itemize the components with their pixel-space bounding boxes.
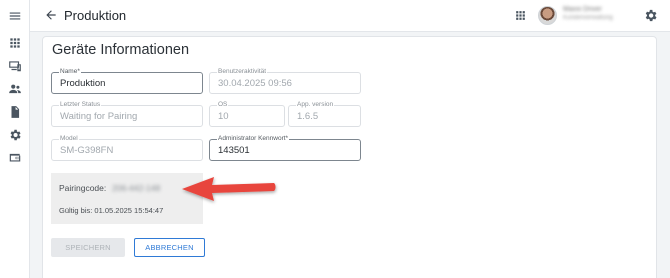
apps-grid-icon[interactable] <box>514 9 527 22</box>
document-icon[interactable] <box>8 105 22 119</box>
page-title: Produktion <box>64 8 127 23</box>
user-name: Maxxi Driver <box>563 6 602 13</box>
avatar[interactable] <box>538 6 557 25</box>
gear-icon[interactable] <box>643 8 658 23</box>
admin-password-value: 143501 <box>218 145 250 156</box>
pairing-code-label: Pairingcode: <box>59 183 107 193</box>
name-field-value: Produktion <box>60 78 106 89</box>
last-status-label: Letzter Status <box>59 101 102 109</box>
users-icon[interactable] <box>8 82 22 96</box>
user-activity-value: 30.04.2025 09:56 <box>218 78 292 89</box>
name-field[interactable]: Name* Produktion <box>51 68 203 94</box>
devices-icon[interactable] <box>8 59 22 73</box>
cancel-button[interactable]: ABBRECHEN <box>134 238 205 257</box>
user-organization: Kundenverwaltung <box>563 15 613 21</box>
name-field-label: Name* <box>59 68 81 76</box>
os-label: OS <box>217 101 229 109</box>
model-label: Model <box>59 135 79 143</box>
model-value: SM-G398FN <box>60 145 114 156</box>
back-arrow-icon[interactable] <box>44 8 58 22</box>
settings-icon[interactable] <box>8 128 22 142</box>
app-version-field: App. version 1.6.5 <box>288 101 361 127</box>
side-rail <box>0 0 30 278</box>
last-status-field: Letzter Status Waiting for Pairing <box>51 101 203 127</box>
wallet-icon[interactable] <box>8 151 22 165</box>
app-version-label: App. version <box>296 101 335 109</box>
last-status-value: Waiting for Pairing <box>60 111 138 122</box>
save-button[interactable]: SPEICHERN <box>51 238 125 257</box>
annotation-arrow-icon <box>182 177 276 201</box>
menu-icon[interactable] <box>8 9 22 23</box>
admin-password-label: Administrator Kennwort* <box>217 135 290 143</box>
pairing-code-value: 206-442-148 <box>112 183 161 193</box>
os-field: OS 10 <box>209 101 285 127</box>
user-activity-label: Benutzeraktivität <box>217 68 268 76</box>
grid-icon[interactable] <box>8 36 22 50</box>
user-activity-field: Benutzeraktivität 30.04.2025 09:56 <box>209 68 361 94</box>
top-bar: Produktion Maxxi Driver Kundenverwaltung <box>30 0 670 32</box>
pairing-valid-until: Gültig bis: 01.05.2025 15:54:47 <box>59 206 164 215</box>
model-field: Model SM-G398FN <box>51 135 203 161</box>
app-version-value: 1.6.5 <box>297 111 319 122</box>
admin-password-field[interactable]: Administrator Kennwort* 143501 <box>209 135 361 161</box>
os-value: 10 <box>218 111 229 122</box>
card-title: Geräte Informationen <box>52 42 190 58</box>
